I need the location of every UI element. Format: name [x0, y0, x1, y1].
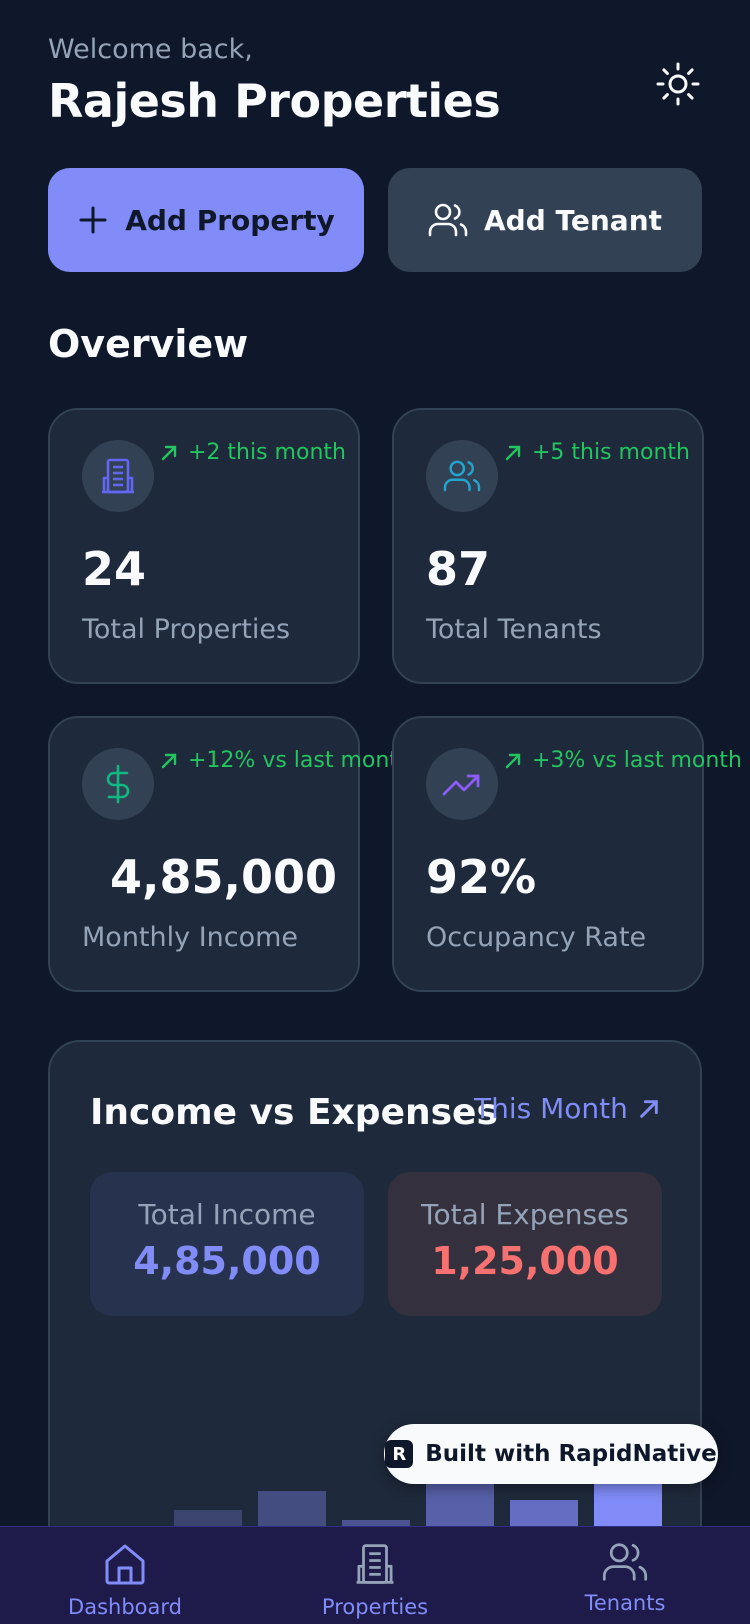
- total-income-value: 4,85,000: [133, 1239, 321, 1283]
- stat-icon-wrapper: [426, 440, 498, 512]
- period-selector[interactable]: This Month: [474, 1092, 660, 1125]
- theme-toggle-button[interactable]: [652, 58, 704, 110]
- stat-value: 87: [426, 542, 491, 596]
- overview-title: Overview: [48, 322, 249, 366]
- stat-label: Occupancy Rate: [426, 922, 647, 953]
- stat-icon-wrapper: [82, 748, 154, 820]
- bottom-tab-bar: Dashboard Properties Tenants: [0, 1526, 750, 1624]
- building-icon: [102, 458, 134, 494]
- arrow-up-right-icon: [161, 445, 177, 460]
- trend-text: +2 this month: [188, 440, 346, 465]
- building-icon: [356, 1544, 394, 1584]
- trend-indicator: +3% vs last month: [504, 748, 742, 773]
- add-property-button[interactable]: Add Property: [48, 168, 364, 272]
- trend-indicator: +12% vs last mont: [160, 748, 398, 773]
- add-tenant-label: Add Tenant: [483, 203, 663, 237]
- arrow-up-right-icon: [640, 1099, 658, 1118]
- total-expenses-value: 1,25,000: [431, 1239, 619, 1283]
- stat-value: 24: [82, 542, 147, 596]
- plus-icon: [79, 206, 107, 234]
- total-expenses-box: Total Expenses 1,25,000: [388, 1172, 662, 1316]
- stat-card-tenants[interactable]: +5 this month 87 Total Tenants: [392, 408, 704, 684]
- dollar-icon: [106, 764, 130, 804]
- tab-tenants[interactable]: Tenants: [525, 1541, 725, 1615]
- stat-label: Total Properties: [82, 614, 291, 645]
- rapidnative-logo: R: [385, 1440, 414, 1468]
- stat-card-income[interactable]: +12% vs last mont 4,85,000 Monthly Incom…: [48, 716, 398, 992]
- trend-text: +12% vs last mont: [188, 748, 398, 773]
- trend-text: +3% vs last month: [532, 748, 742, 773]
- tab-label: Dashboard: [68, 1595, 182, 1619]
- badge-text: Built with RapidNative: [425, 1441, 717, 1467]
- add-property-label: Add Property: [125, 203, 335, 237]
- users-icon: [602, 1543, 648, 1581]
- users-icon: [443, 460, 481, 492]
- stat-label: Total Tenants: [426, 614, 602, 645]
- welcome-text: Welcome back,: [48, 34, 253, 65]
- stat-icon-wrapper: [426, 748, 498, 820]
- trend-text: +5 this month: [532, 440, 690, 465]
- trending-up-icon: [442, 774, 480, 796]
- stat-value: 4,85,000: [110, 850, 337, 904]
- rapidnative-badge[interactable]: R Built with RapidNative: [384, 1424, 718, 1484]
- total-income-box: Total Income 4,85,000: [90, 1172, 364, 1316]
- chart-title: Income vs Expenses: [90, 1092, 498, 1133]
- period-label: This Month: [474, 1092, 628, 1125]
- stat-card-occupancy[interactable]: +3% vs last month 92% Occupancy Rate: [392, 716, 742, 992]
- tab-properties[interactable]: Properties: [275, 1541, 475, 1619]
- arrow-up-right-icon: [505, 753, 521, 768]
- stat-label: Monthly Income: [82, 922, 299, 953]
- arrow-up-right-icon: [161, 753, 177, 768]
- tab-dashboard[interactable]: Dashboard: [25, 1541, 225, 1619]
- trend-indicator: +5 this month: [504, 440, 690, 465]
- home-icon: [105, 1544, 145, 1585]
- total-expenses-label: Total Expenses: [421, 1198, 629, 1231]
- sun-icon: [656, 62, 700, 106]
- trend-indicator: +2 this month: [160, 440, 346, 465]
- total-income-label: Total Income: [138, 1198, 316, 1231]
- users-icon: [428, 203, 468, 237]
- arrow-up-right-icon: [505, 445, 521, 460]
- tab-label: Properties: [321, 1595, 429, 1619]
- page-title: Rajesh Properties: [48, 74, 501, 128]
- tab-label: Tenants: [584, 1591, 666, 1615]
- stat-icon-wrapper: [82, 440, 154, 512]
- stat-value: 92%: [426, 850, 537, 904]
- stat-card-properties[interactable]: +2 this month 24 Total Properties: [48, 408, 360, 684]
- add-tenant-button[interactable]: Add Tenant: [388, 168, 702, 272]
